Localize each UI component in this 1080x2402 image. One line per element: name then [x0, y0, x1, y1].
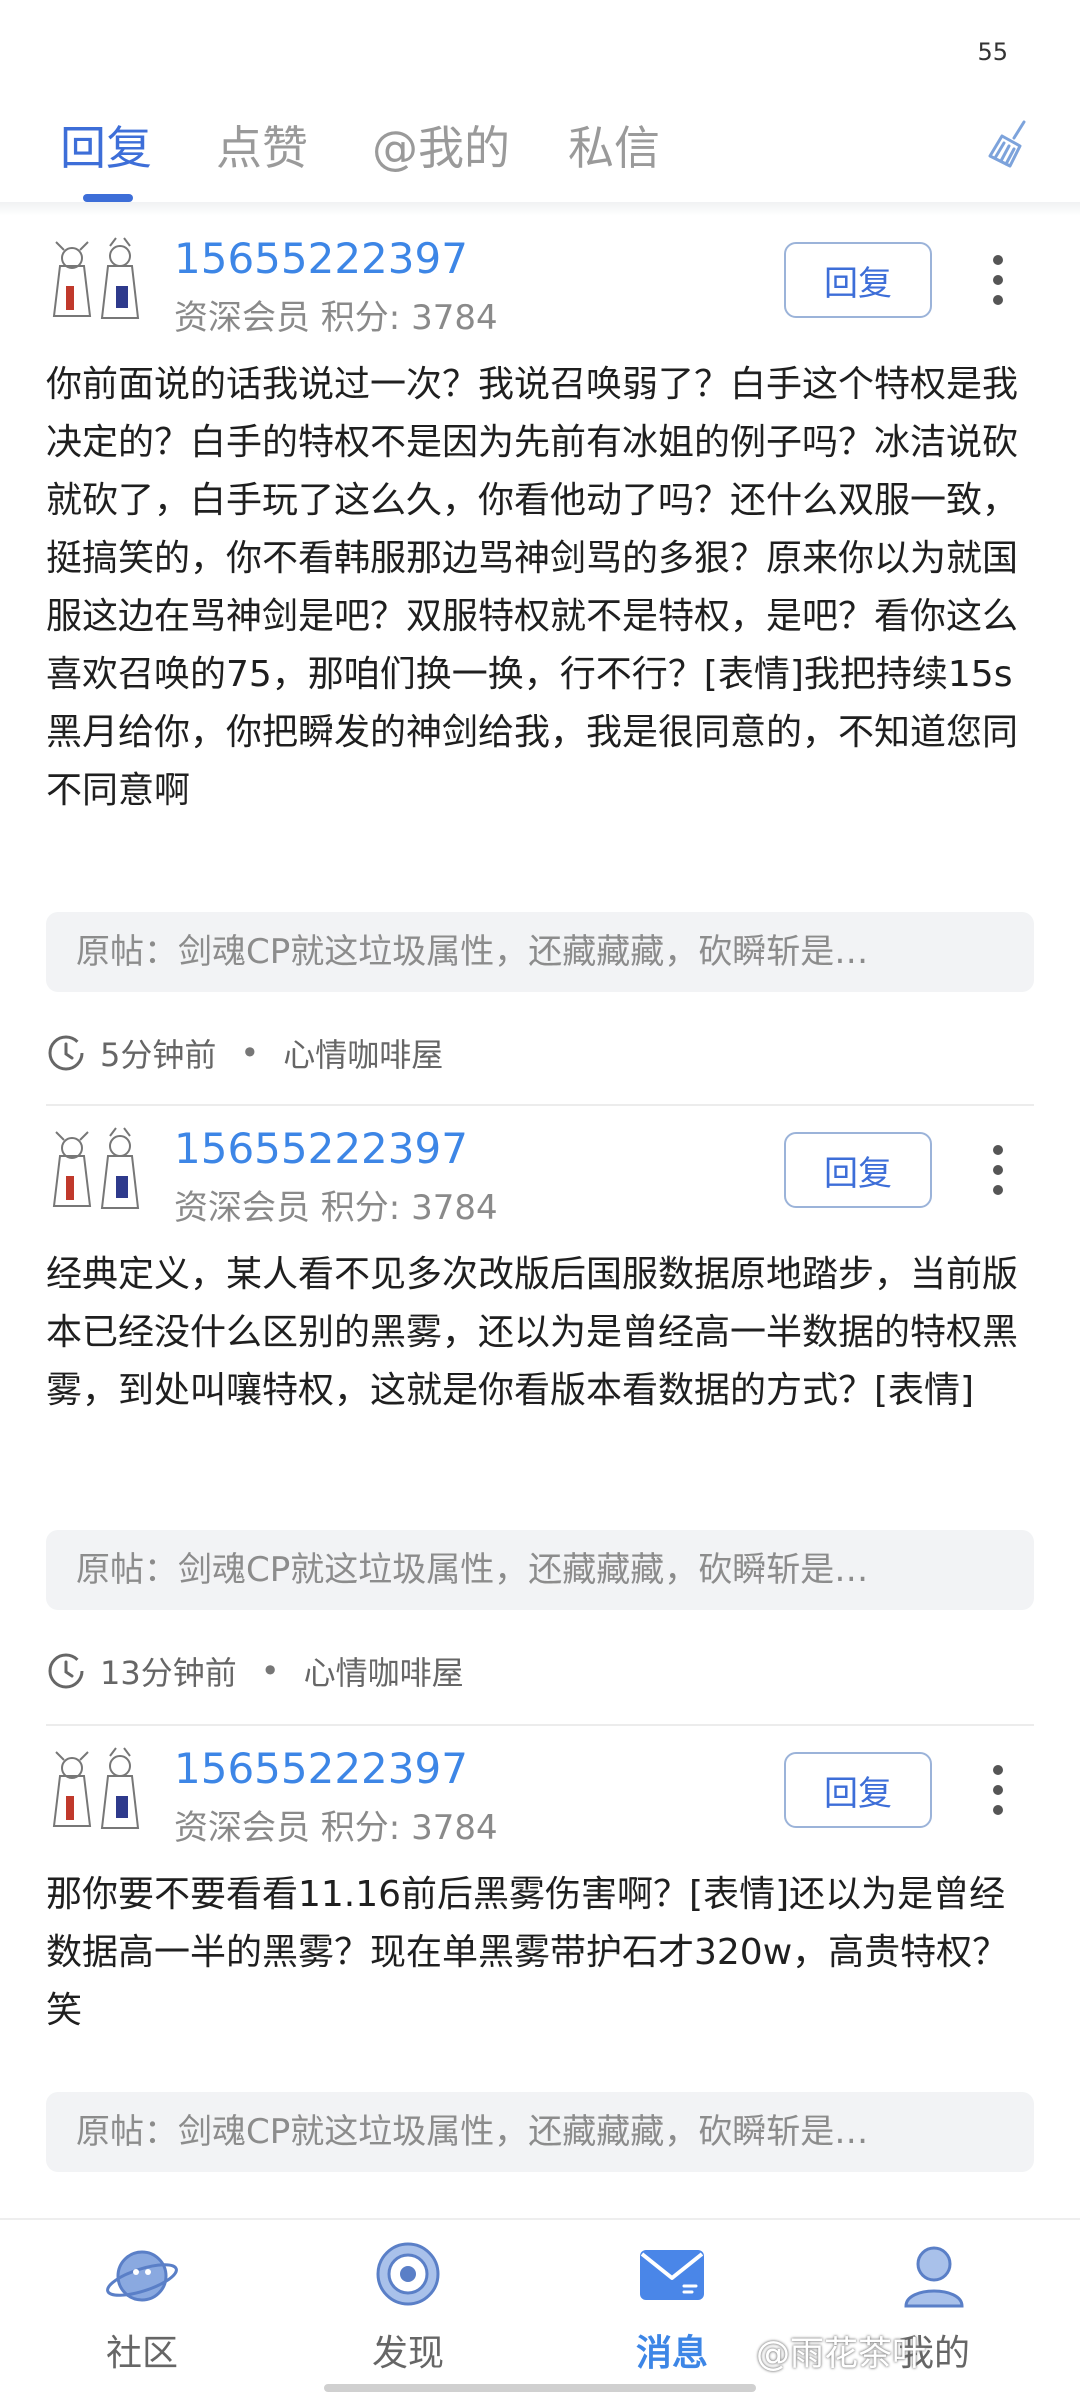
username[interactable]: 15655222397	[174, 234, 468, 283]
nav-label: 消息	[635, 2333, 708, 2374]
reply-meta: 13分钟前 • 心情咖啡屋	[46, 1646, 464, 1696]
nav-discover[interactable]: 发现	[308, 2236, 508, 2376]
separator-dot: •	[240, 1034, 260, 1072]
original-post-link[interactable]: 原帖：剑魂CP就这垃圾属性，还藏藏藏，砍瞬斩是…	[46, 912, 1034, 992]
original-post-link[interactable]: 原帖：剑魂CP就这垃圾属性，还藏藏藏，砍瞬斩是…	[46, 2092, 1034, 2172]
more-options-icon[interactable]	[980, 250, 1016, 310]
reply-content[interactable]: 你前面说的话我说过一次？我说召唤弱了？白手这个特权是我决定的？白手的特权不是因为…	[46, 356, 1036, 820]
username[interactable]: 15655222397	[174, 1124, 468, 1173]
nav-community[interactable]: 社区	[42, 2236, 242, 2376]
user-meta: 资深会员 积分: 3784	[174, 1188, 498, 1228]
reply-meta: 5分钟前 • 心情咖啡屋	[46, 1028, 443, 1078]
avatar[interactable]	[46, 1126, 156, 1226]
status-bar: 55	[0, 0, 1080, 90]
tab-likes[interactable]: 点赞	[216, 112, 308, 178]
reply-button[interactable]: 回复	[784, 1752, 932, 1828]
reply-time: 13分钟前	[100, 1654, 237, 1692]
reply-card[interactable]: 15655222397 资深会员 积分: 3784 回复 那你要不要看看11.1…	[0, 1726, 1080, 2286]
reply-content[interactable]: 那你要不要看看11.16前后黑雾伤害啊？[表情]还以为是曾经数据高一半的黑雾？现…	[46, 1866, 1036, 2040]
home-indicator[interactable]	[324, 2384, 756, 2392]
separator-dot: •	[260, 1652, 280, 1690]
more-options-icon[interactable]	[980, 1140, 1016, 1200]
planet-icon	[106, 2250, 178, 2302]
reply-list: 15655222397 资深会员 积分: 3784 回复 你前面说的话我说过一次…	[0, 216, 1080, 2286]
username[interactable]: 15655222397	[174, 1744, 468, 1793]
reply-card[interactable]: 15655222397 资深会员 积分: 3784 回复 经典定义，某人看不见多…	[0, 1106, 1080, 1726]
clock-icon	[48, 1035, 84, 1071]
broom-icon[interactable]	[980, 116, 1040, 176]
nav-messages[interactable]: 消息	[572, 2236, 772, 2376]
reply-button[interactable]: 回复	[784, 1132, 932, 1208]
nav-label: 发现	[371, 2333, 444, 2374]
avatar[interactable]	[46, 1746, 156, 1846]
active-tab-indicator	[83, 194, 133, 202]
target-icon	[376, 2242, 440, 2306]
mail-icon	[640, 2250, 704, 2300]
forum-name[interactable]: 心情咖啡屋	[283, 1030, 443, 1076]
user-icon	[904, 2246, 964, 2308]
status-number: 55	[977, 38, 1008, 66]
user-meta: 资深会员 积分: 3784	[174, 1808, 498, 1848]
tab-mentions[interactable]: @我的	[372, 112, 510, 178]
clock-icon	[48, 1653, 84, 1689]
original-post-link[interactable]: 原帖：剑魂CP就这垃圾属性，还藏藏藏，砍瞬斩是…	[46, 1530, 1034, 1610]
reply-time: 5分钟前	[100, 1036, 217, 1074]
reply-button[interactable]: 回复	[784, 242, 932, 318]
nav-label: 社区	[105, 2333, 178, 2374]
reply-content[interactable]: 经典定义，某人看不见多次改版后国服数据原地踏步，当前版本已经没什么区别的黑雾，还…	[46, 1246, 1036, 1420]
user-meta: 资深会员 积分: 3784	[174, 298, 498, 338]
avatar[interactable]	[46, 236, 156, 336]
more-options-icon[interactable]	[980, 1760, 1016, 1820]
tab-private-messages[interactable]: 私信	[568, 112, 660, 178]
forum-name[interactable]: 心情咖啡屋	[304, 1648, 464, 1694]
watermark: @雨花茶叶	[756, 2334, 926, 2374]
tab-reply[interactable]: 回复	[60, 112, 152, 178]
message-tabs: 回复 点赞 @我的 私信	[0, 90, 1080, 202]
tabs-shadow	[0, 202, 1080, 216]
reply-card[interactable]: 15655222397 资深会员 积分: 3784 回复 你前面说的话我说过一次…	[0, 216, 1080, 1106]
